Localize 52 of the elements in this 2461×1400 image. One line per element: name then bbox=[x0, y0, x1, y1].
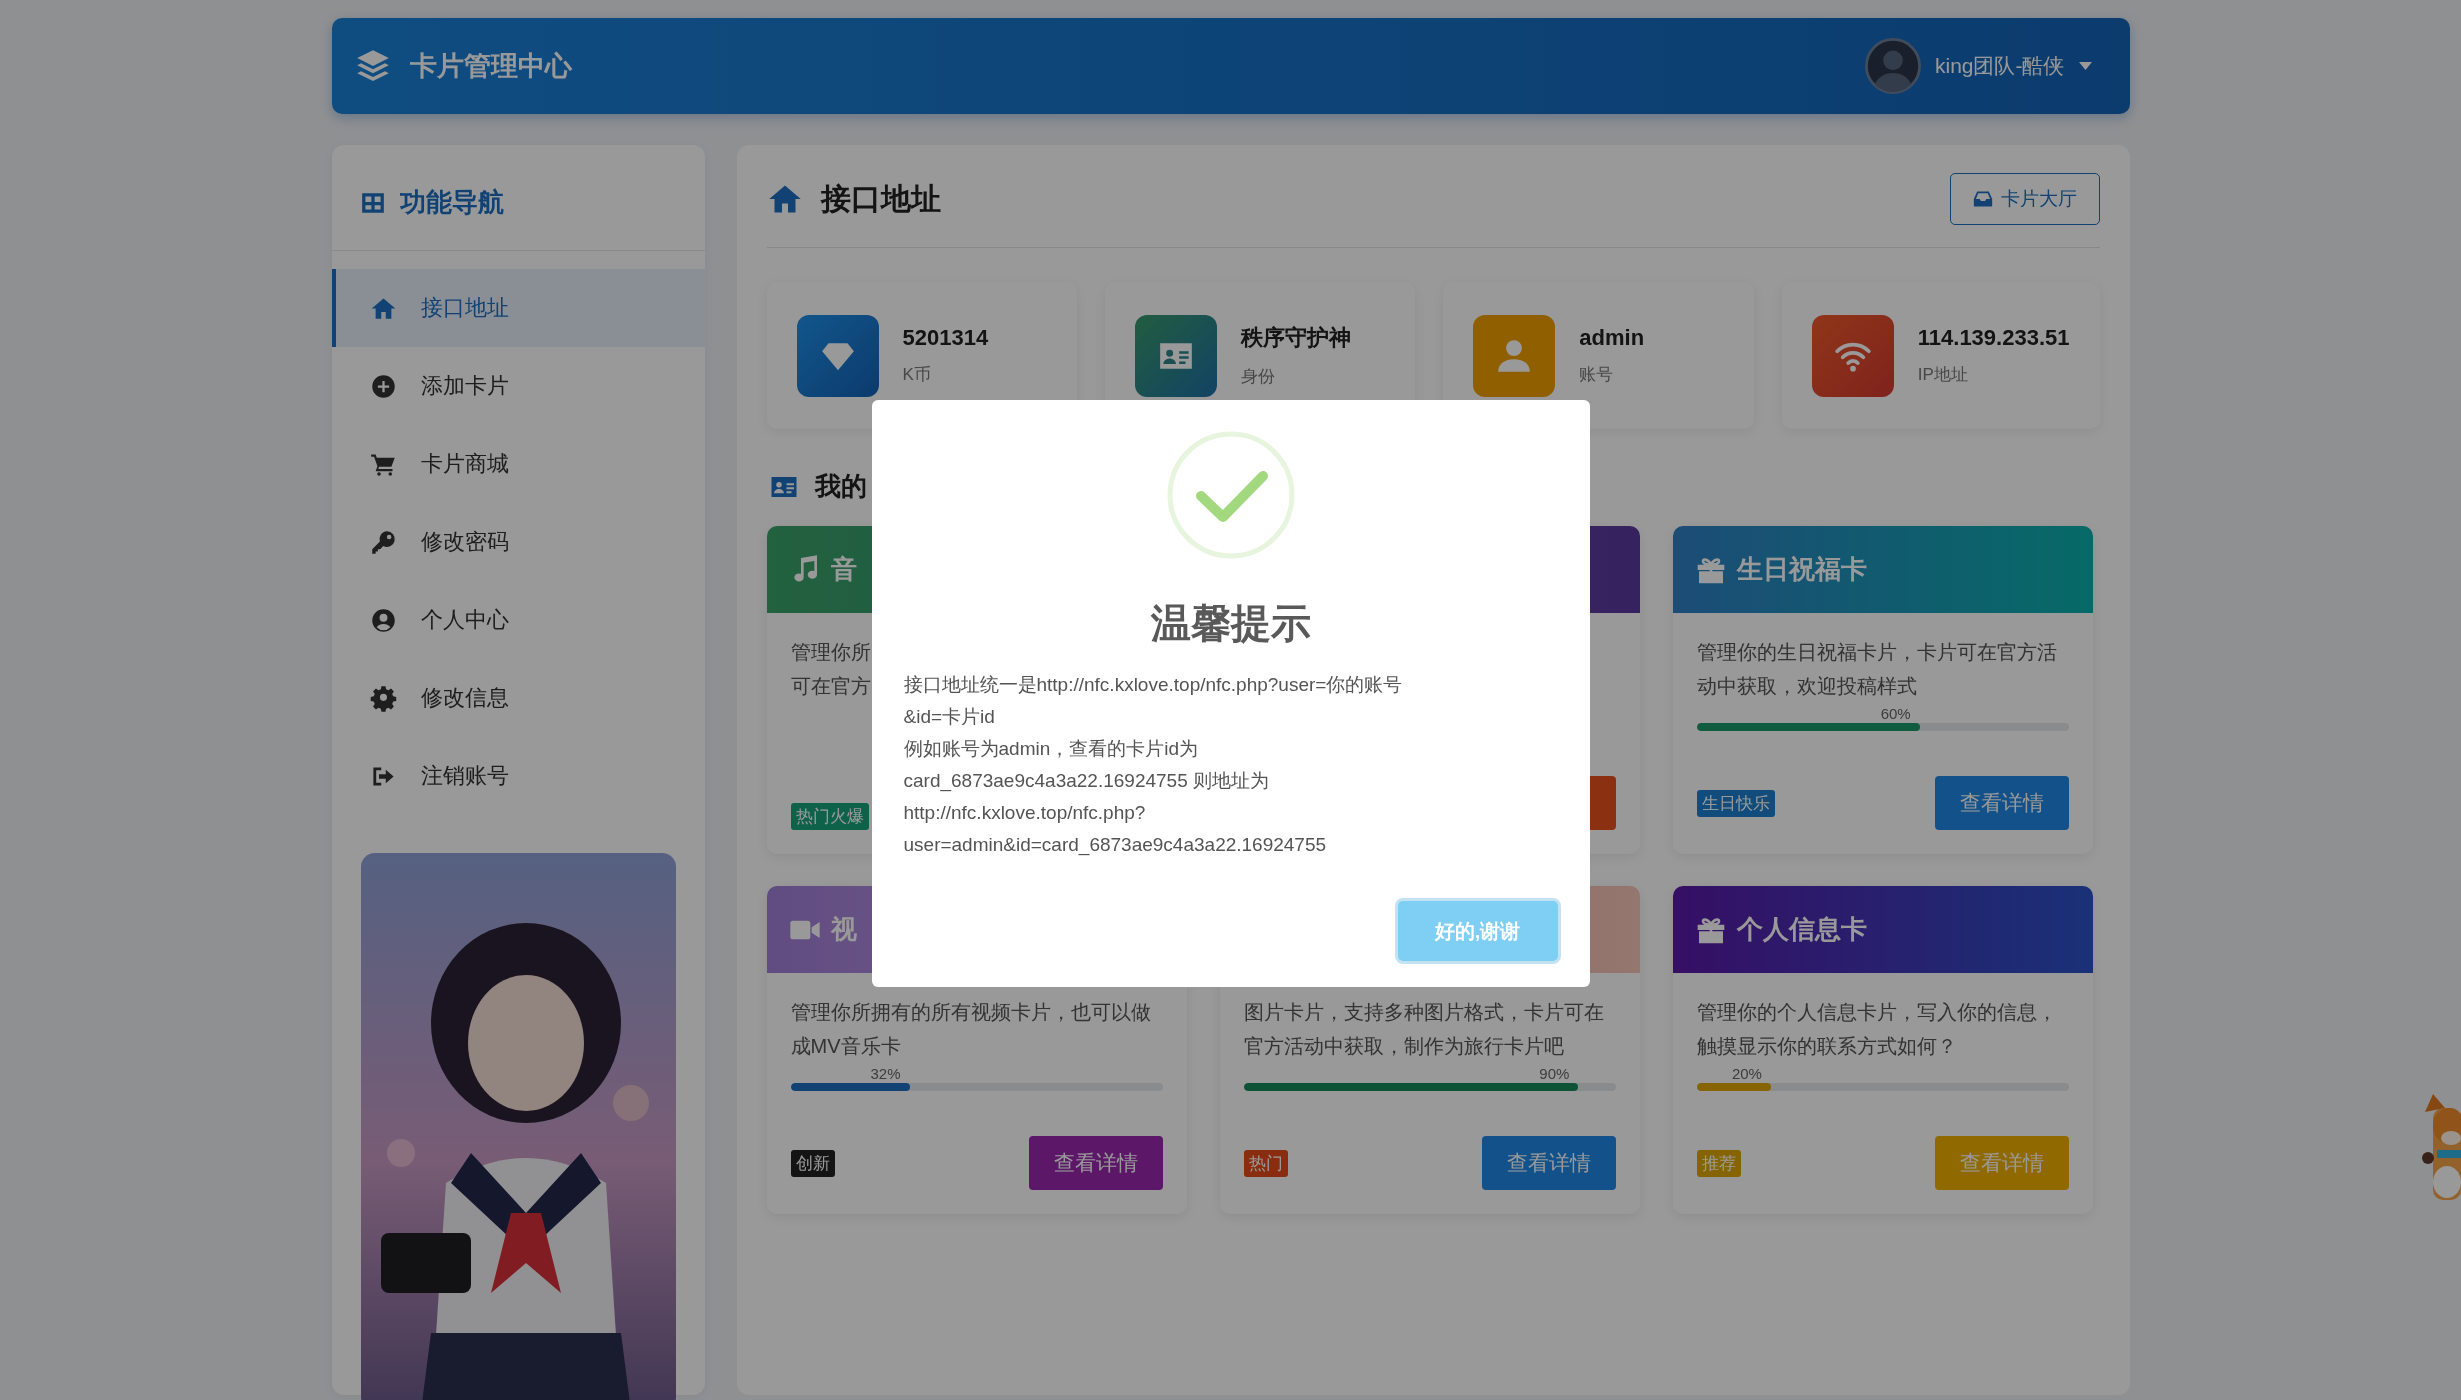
card-tag: 创新 bbox=[790, 1149, 835, 1177]
card-description: 图片卡片，支持多种图片格式，卡片可在官方活动中获取，制作为旅行卡片吧 bbox=[1243, 1000, 1605, 1059]
card-tag: 生日快乐 bbox=[1696, 789, 1775, 817]
card-description: 管理你所拥有的所有视频卡片，也可以做成MV音乐卡 bbox=[790, 1000, 1152, 1059]
nav-item[interactable]: 卡片商城 bbox=[331, 425, 705, 503]
progress-reading: 20% bbox=[1731, 1065, 1763, 1083]
success-check-icon bbox=[1165, 430, 1296, 560]
card-hall-button[interactable]: 卡片大厅 bbox=[1949, 173, 2100, 225]
stat-value: 5201314 bbox=[902, 325, 989, 351]
inbox-icon bbox=[1972, 189, 1993, 209]
caret-icon bbox=[2078, 62, 2092, 70]
stat-label: 身份 bbox=[1240, 366, 1276, 388]
card-tag: 推荐 bbox=[1696, 1149, 1741, 1177]
nav-item[interactable]: 修改密码 bbox=[331, 503, 705, 581]
page-title: 接口地址 bbox=[820, 180, 941, 217]
section-title: 我的 bbox=[814, 470, 867, 503]
avatar bbox=[1864, 38, 1921, 94]
progress-reading: 32% bbox=[870, 1065, 902, 1083]
details-button[interactable]: 查看详情 bbox=[1481, 1136, 1616, 1190]
card-tag: 热门火爆 bbox=[790, 803, 869, 830]
stat-value: 秩序守护神 bbox=[1240, 324, 1351, 352]
progress-reading: 60% bbox=[1880, 705, 1912, 723]
nav-item[interactable]: 个人中心 bbox=[331, 581, 705, 659]
card-title: 个人信息卡 bbox=[1736, 913, 1867, 946]
card-description: 管理你的生日祝福卡片，卡片可在官方活动中获取，欢迎投稿样式 bbox=[1696, 640, 2058, 699]
sidebar-title: 功能导航 bbox=[399, 186, 504, 219]
nav-item[interactable]: 注销账号 bbox=[331, 737, 705, 815]
details-button[interactable]: 查看详情 bbox=[1934, 776, 2069, 830]
add-icon bbox=[369, 372, 397, 400]
card-title: 音 bbox=[830, 553, 857, 586]
card-title: 生日祝福卡 bbox=[1736, 553, 1867, 586]
nav-item[interactable]: 添加卡片 bbox=[331, 347, 705, 425]
dialog-title: 温馨提示 bbox=[1150, 600, 1311, 647]
card-description: 管理你的个人信息卡片，写入你的信息，触摸显示你的联系方式如何？ bbox=[1696, 1000, 2058, 1059]
details-button[interactable]: 查看详情 bbox=[1028, 1136, 1163, 1190]
settings-icon bbox=[369, 684, 397, 712]
app-title: 卡片管理中心 bbox=[409, 50, 572, 83]
user-icon bbox=[369, 606, 397, 634]
key-icon bbox=[369, 528, 397, 556]
stat-label: K币 bbox=[902, 364, 932, 386]
nav-item[interactable]: 接口地址 bbox=[331, 269, 705, 347]
stat-label: 账号 bbox=[1579, 364, 1615, 386]
nav-item[interactable]: 修改信息 bbox=[331, 659, 705, 737]
user-menu[interactable]: king团队-酷侠 bbox=[1864, 38, 2092, 94]
stat-label: IP地址 bbox=[1917, 364, 1969, 386]
card-description: 管理你所可在官方 bbox=[790, 640, 872, 699]
stat-value: admin bbox=[1579, 325, 1645, 351]
stat-value: 114.139.233.51 bbox=[1917, 325, 2070, 351]
progress-reading: 90% bbox=[1539, 1065, 1571, 1083]
card-title: 视 bbox=[830, 913, 857, 946]
dialog-message: 接口地址统一是http://nfc.kxlove.top/nfc.php?user=你的账号 &id=卡片id 例如账号为admin，查看的卡片id为 card_6873ae9c4a3a22.16924755 则地址为 http://nfc.kxlove.top/nfc.php? user=admin&id=card_6873ae9c4a3a22.16924755 bbox=[903, 673, 1403, 858]
card-tag: 热门 bbox=[1243, 1149, 1288, 1177]
